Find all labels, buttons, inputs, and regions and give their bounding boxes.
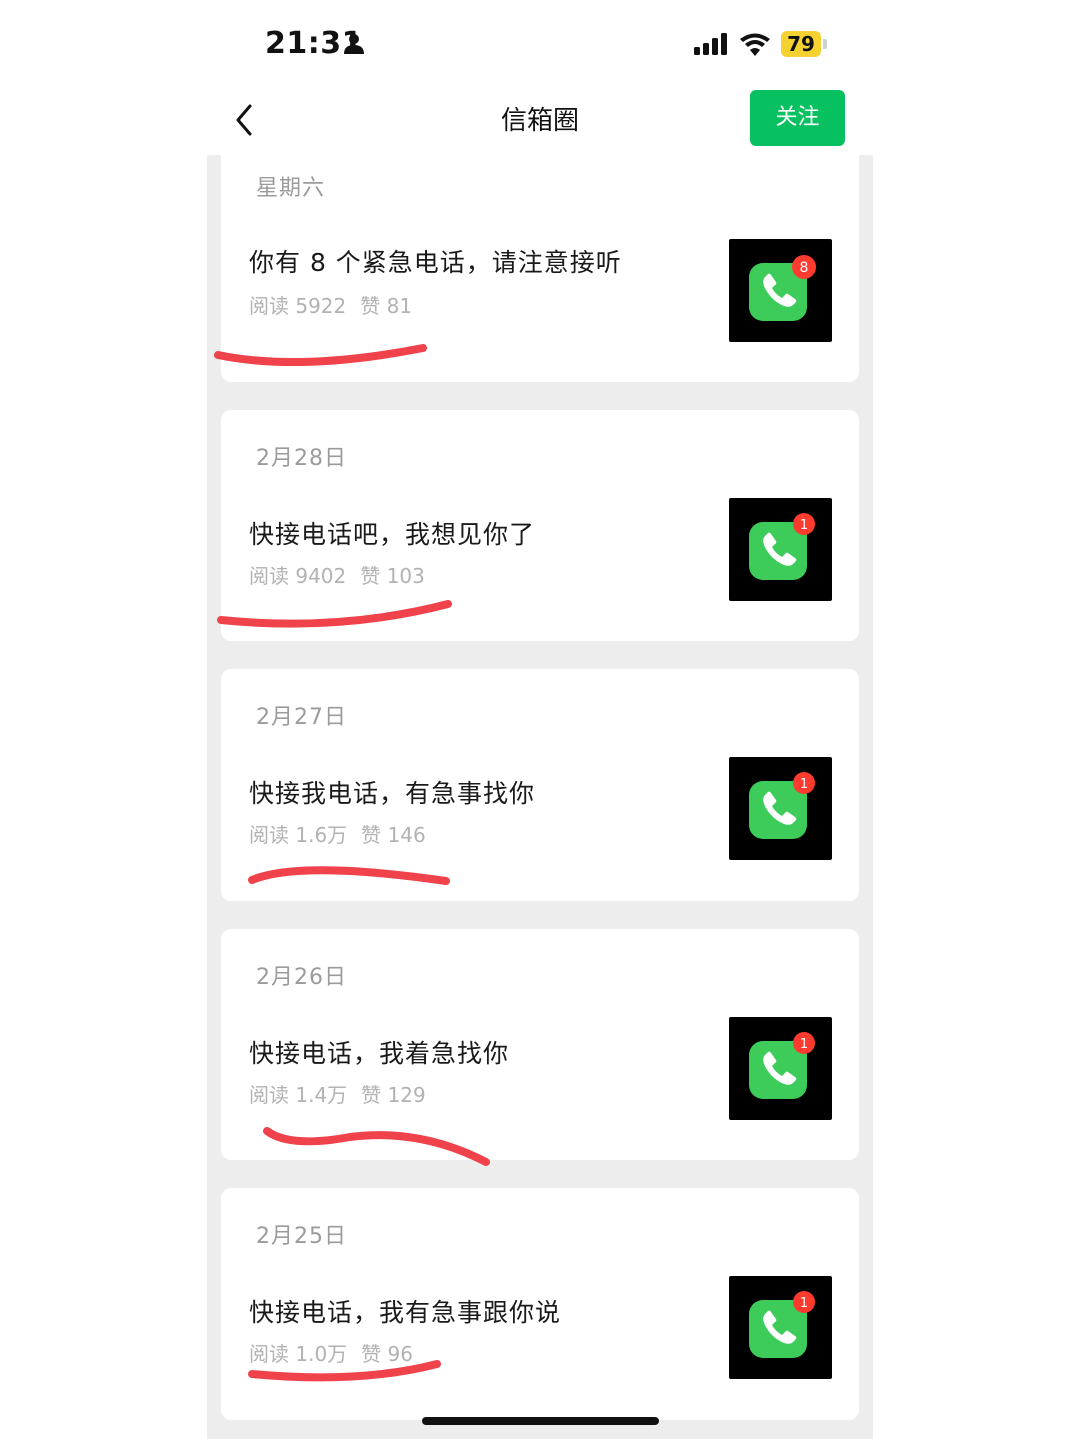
like-count: 赞 129 [361, 1083, 426, 1107]
home-indicator[interactable] [422, 1417, 659, 1425]
post-stats: 阅读 1.0万赞 96 [249, 1338, 413, 1367]
battery-icon: 79 [781, 31, 821, 57]
post-date: 2月26日 [256, 965, 347, 990]
phone-app-icon: 1 [749, 1291, 815, 1358]
post-card[interactable]: 2月27日 快接我电话，有急事找你 阅读 1.6万赞 146 1 [221, 669, 859, 901]
like-count: 赞 81 [360, 294, 413, 318]
post-card[interactable]: 2月28日 快接电话吧，我想见你了 阅读 9402 赞 103 1 [221, 410, 859, 641]
post-date: 2月25日 [256, 1224, 347, 1249]
post-date: 星期六 [256, 176, 326, 201]
nav-bar: 信箱圈 关注 [0, 88, 1080, 154]
read-count: 阅读 1.6万 [249, 823, 348, 847]
signal-icon [694, 33, 727, 55]
post-date: 2月28日 [256, 446, 347, 471]
page-title: 信箱圈 [500, 106, 579, 136]
post-thumbnail[interactable]: 1 [729, 1276, 832, 1379]
post-date: 2月27日 [256, 705, 347, 730]
phone-app-icon: 8 [749, 255, 816, 321]
wifi-icon [740, 33, 770, 56]
post-thumbnail[interactable]: 1 [729, 1017, 832, 1120]
post-card[interactable]: 星期六 你有 8 个紧急电话，请注意接听 阅读 5922 赞 81 8 [221, 155, 859, 382]
follow-button[interactable]: 关注 [750, 90, 845, 146]
notification-badge: 1 [800, 1037, 808, 1052]
post-stats: 阅读 1.4万赞 129 [249, 1079, 426, 1108]
post-card[interactable]: 2月26日 快接电话，我着急找你 阅读 1.4万赞 129 1 [221, 929, 859, 1160]
read-count: 阅读 1.0万 [249, 1342, 348, 1366]
post-thumbnail[interactable]: 8 [729, 239, 832, 342]
post-thumbnail[interactable]: 1 [729, 498, 832, 601]
post-thumbnail[interactable]: 1 [729, 757, 832, 860]
battery-cap [823, 39, 827, 49]
post-stats: 阅读 9402 赞 103 [249, 560, 425, 589]
person-icon [344, 34, 364, 54]
notification-badge: 8 [800, 260, 809, 276]
post-stats: 阅读 1.6万赞 146 [249, 819, 426, 848]
post-title[interactable]: 快接电话，我有急事跟你说 [249, 1293, 561, 1329]
read-count: 阅读 5922 [249, 294, 347, 318]
read-count: 阅读 1.4万 [249, 1083, 348, 1107]
phone-app-icon: 1 [749, 513, 815, 580]
notification-badge: 1 [800, 518, 808, 533]
post-title[interactable]: 快接电话，我着急找你 [249, 1034, 509, 1070]
post-feed[interactable]: 星期六 你有 8 个紧急电话，请注意接听 阅读 5922 赞 81 8 2月28日… [207, 155, 873, 1439]
like-count: 赞 96 [361, 1342, 413, 1366]
status-bar: 21:31 79 [0, 0, 1080, 88]
notification-badge: 1 [800, 1296, 808, 1311]
phone-app-icon: 1 [749, 772, 815, 839]
like-count: 赞 146 [361, 823, 426, 847]
read-count: 阅读 9402 [249, 564, 347, 588]
post-title[interactable]: 你有 8 个紧急电话，请注意接听 [249, 243, 622, 279]
like-count: 赞 103 [360, 564, 425, 588]
phone-app-icon: 1 [749, 1032, 815, 1099]
notification-badge: 1 [800, 777, 808, 792]
post-card[interactable]: 2月25日 快接电话，我有急事跟你说 阅读 1.0万赞 96 1 [221, 1188, 859, 1420]
post-title[interactable]: 快接电话吧，我想见你了 [249, 515, 535, 551]
post-title[interactable]: 快接我电话，有急事找你 [249, 774, 535, 810]
post-stats: 阅读 5922 赞 81 [249, 290, 412, 319]
